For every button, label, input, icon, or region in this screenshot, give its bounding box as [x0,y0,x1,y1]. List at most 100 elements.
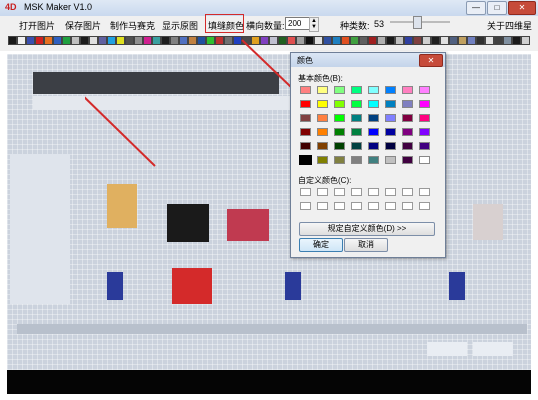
custom-color-swatch[interactable] [385,188,396,196]
palette-swatch[interactable] [440,36,449,45]
palette-swatch[interactable] [521,36,530,45]
palette-swatch[interactable] [458,36,467,45]
basic-color-swatch[interactable] [385,142,396,150]
menu-make-mosaic[interactable]: 制作马赛克 [110,19,155,32]
basic-color-swatch[interactable] [402,128,413,136]
basic-color-swatch[interactable] [385,128,396,136]
basic-color-swatch[interactable] [402,142,413,150]
basic-color-swatch[interactable] [368,100,379,108]
basic-color-swatch[interactable] [351,128,362,136]
palette-swatch[interactable] [35,36,44,45]
palette-swatch[interactable] [431,36,440,45]
palette-swatch[interactable] [350,36,359,45]
palette-swatch[interactable] [386,36,395,45]
menu-open-image[interactable]: 打开图片 [19,19,55,32]
basic-color-swatch[interactable] [419,100,430,108]
basic-color-swatch[interactable] [385,86,396,94]
basic-color-swatch[interactable] [368,114,379,122]
basic-color-swatch[interactable] [419,156,430,164]
custom-color-swatch[interactable] [300,202,311,210]
palette-swatch[interactable] [485,36,494,45]
palette-swatch[interactable] [512,36,521,45]
custom-color-swatch[interactable] [402,202,413,210]
palette-swatch[interactable] [215,36,224,45]
basic-color-swatch[interactable] [419,114,430,122]
palette-swatch[interactable] [206,36,215,45]
palette-swatch[interactable] [188,36,197,45]
palette-swatch[interactable] [224,36,233,45]
kinds-slider-thumb[interactable] [413,16,422,29]
basic-color-swatch[interactable] [402,156,413,164]
basic-color-swatch[interactable] [402,86,413,94]
palette-swatch[interactable] [107,36,116,45]
custom-color-swatch[interactable] [317,202,328,210]
menu-about[interactable]: 关于四维星 [487,19,532,32]
palette-swatch[interactable] [62,36,71,45]
custom-color-swatch[interactable] [300,188,311,196]
palette-swatch[interactable] [323,36,332,45]
custom-color-swatch[interactable] [334,202,345,210]
basic-color-swatch[interactable] [300,128,311,136]
menu-save-image[interactable]: 保存图片 [65,19,101,32]
palette-swatch[interactable] [422,36,431,45]
minimize-button[interactable]: — [466,1,486,15]
palette-swatch[interactable] [314,36,323,45]
horizontal-count-input[interactable]: 200 [285,17,311,30]
ok-button[interactable]: 确定 [299,238,343,252]
basic-color-swatch[interactable] [351,142,362,150]
basic-color-swatch[interactable] [385,100,396,108]
palette-swatch[interactable] [377,36,386,45]
palette-swatch[interactable] [467,36,476,45]
basic-color-swatch[interactable] [300,100,311,108]
basic-color-swatch[interactable] [351,114,362,122]
basic-color-swatch[interactable] [317,156,328,164]
palette-swatch[interactable] [197,36,206,45]
palette-swatch[interactable] [44,36,53,45]
basic-color-swatch[interactable] [419,86,430,94]
palette-swatch[interactable] [404,36,413,45]
palette-swatch[interactable] [368,36,377,45]
custom-color-swatch[interactable] [419,188,430,196]
custom-color-swatch[interactable] [419,202,430,210]
basic-color-swatch[interactable] [368,128,379,136]
basic-color-swatch[interactable] [402,100,413,108]
palette-swatch[interactable] [359,36,368,45]
palette-swatch[interactable] [116,36,125,45]
palette-swatch[interactable] [89,36,98,45]
basic-color-swatch[interactable] [385,114,396,122]
basic-color-swatch[interactable] [351,100,362,108]
count-spinner[interactable]: ▲ ▼ [309,17,319,32]
basic-color-swatch[interactable] [368,142,379,150]
palette-swatch[interactable] [98,36,107,45]
basic-color-swatch[interactable] [419,128,430,136]
custom-color-swatch[interactable] [317,188,328,196]
palette-swatch[interactable] [332,36,341,45]
basic-color-swatch[interactable] [334,114,345,122]
basic-color-swatch[interactable] [317,114,328,122]
define-custom-colors-button[interactable]: 规定自定义颜色(D) >> [299,222,435,236]
basic-color-swatch[interactable] [334,142,345,150]
custom-color-swatch[interactable] [351,188,362,196]
palette-swatch[interactable] [134,36,143,45]
basic-color-swatch[interactable] [368,156,379,164]
maximize-button[interactable]: □ [487,1,507,15]
palette-swatch[interactable] [17,36,26,45]
close-button[interactable]: ✕ [508,1,536,15]
palette-swatch[interactable] [449,36,458,45]
custom-color-swatch[interactable] [385,202,396,210]
cancel-button[interactable]: 取消 [344,238,388,252]
basic-color-swatch[interactable] [368,86,379,94]
palette-swatch[interactable] [503,36,512,45]
palette-swatch[interactable] [143,36,152,45]
palette-swatch[interactable] [179,36,188,45]
custom-color-swatch[interactable] [402,188,413,196]
basic-color-swatch[interactable] [402,114,413,122]
palette-swatch[interactable] [80,36,89,45]
palette-swatch[interactable] [161,36,170,45]
palette-swatch[interactable] [8,36,17,45]
basic-color-swatch[interactable] [299,155,312,165]
palette-swatch[interactable] [152,36,161,45]
color-dialog-close-button[interactable]: ✕ [419,54,443,67]
basic-color-swatch[interactable] [317,100,328,108]
basic-color-swatch[interactable] [334,100,345,108]
